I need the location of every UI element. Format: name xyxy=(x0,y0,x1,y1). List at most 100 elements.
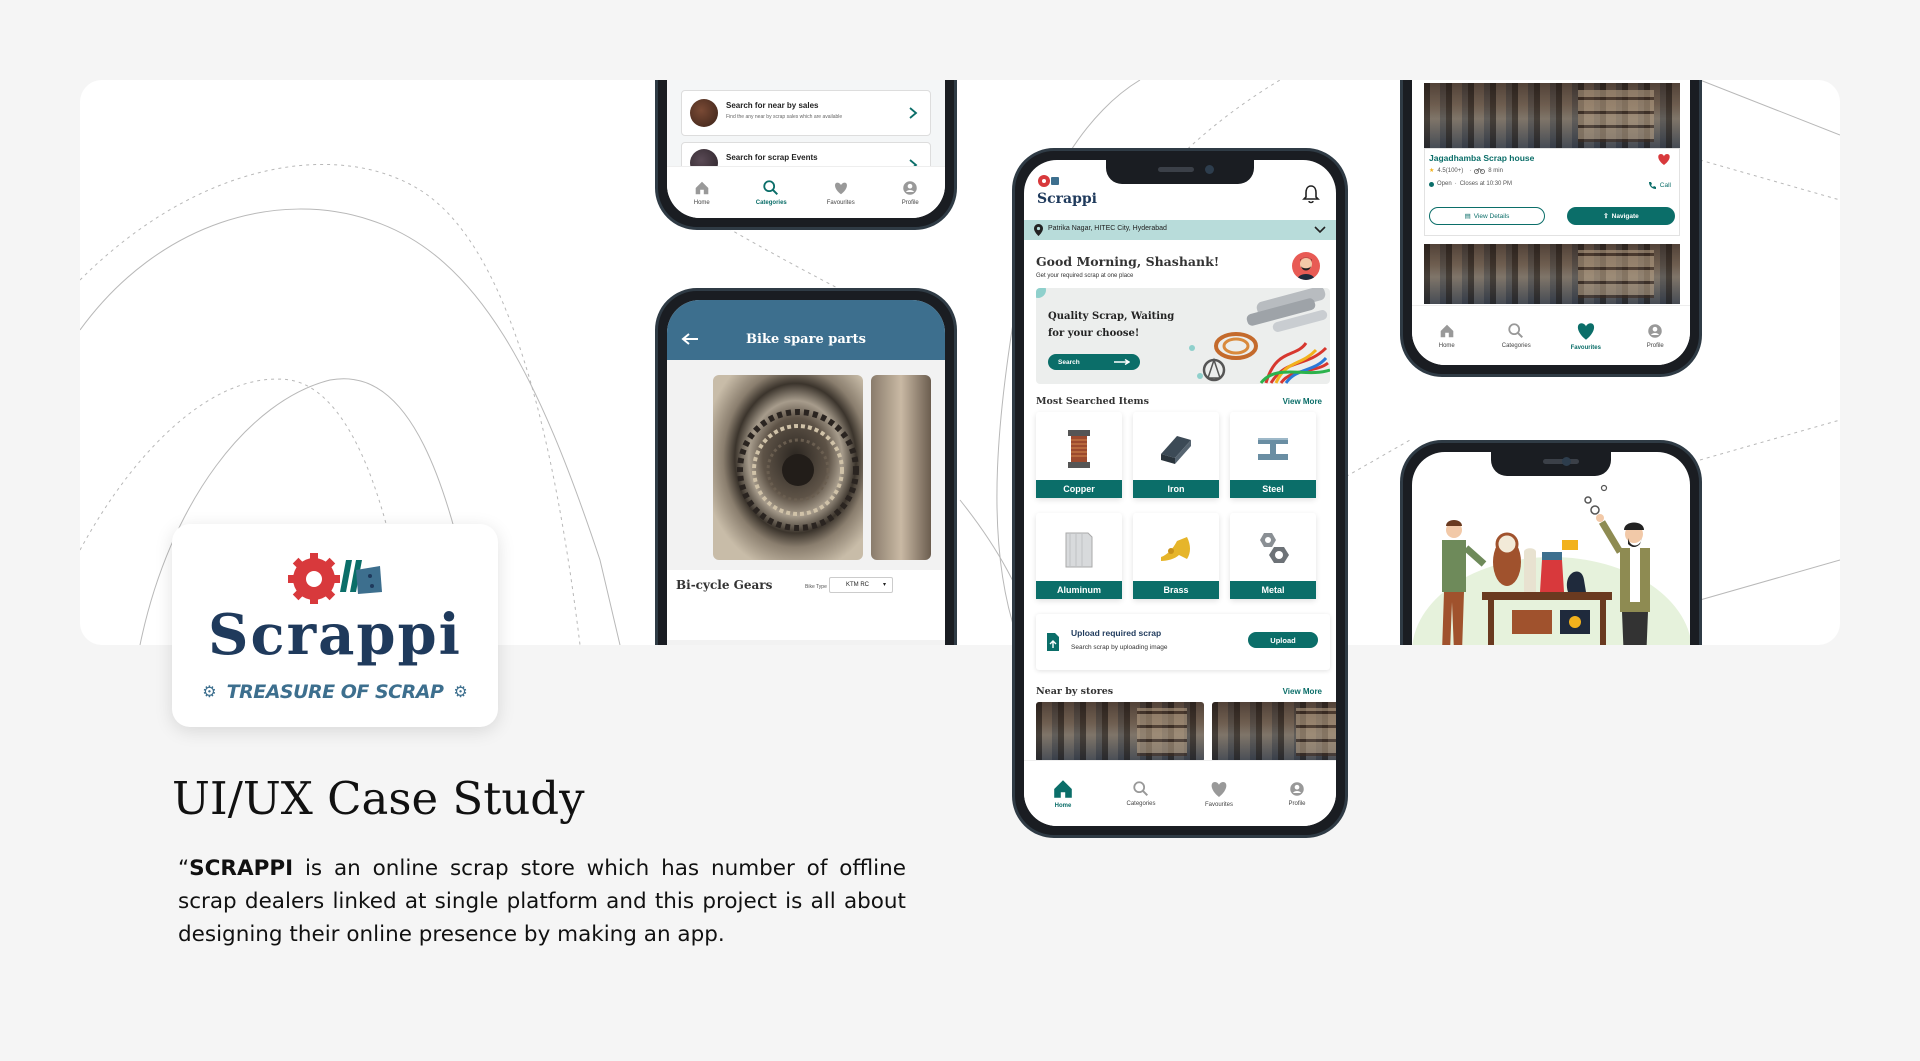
brand-name: Scrappi xyxy=(208,602,462,668)
phone-home-screen: Scrappi Patrika Nagar, HITEC City, Hyder… xyxy=(1024,160,1336,826)
banner-search-button[interactable]: Search xyxy=(1048,354,1140,370)
bike-type-select[interactable]: KTM RC ▾ xyxy=(829,577,893,593)
select-value: KTM RC xyxy=(846,582,869,588)
favourite-heart-icon[interactable] xyxy=(1657,153,1671,165)
avatar[interactable] xyxy=(1292,252,1320,280)
details-icon: ▤ xyxy=(1464,213,1471,220)
upload-file-icon xyxy=(1047,633,1059,651)
case-study-description: “SCRAPPI is an online scrap store which … xyxy=(178,852,906,951)
scrap-dealers-illustration xyxy=(1412,484,1690,645)
nav-favourites[interactable]: Favourites xyxy=(811,179,871,206)
view-more-link[interactable]: View More xyxy=(1283,397,1322,406)
category-brass[interactable]: Brass xyxy=(1133,513,1219,599)
navigate-icon: ⇧ xyxy=(1603,213,1609,220)
navigate-button[interactable]: ⇧ Navigate xyxy=(1567,207,1675,225)
phone-search-screen: Search for near by sales Find the any ne… xyxy=(667,80,945,218)
bicycle-gears-image[interactable] xyxy=(713,375,863,560)
bike-header: Bike spare parts xyxy=(667,300,945,360)
banner-button-label: Search xyxy=(1058,358,1080,366)
store-distance: 8 min xyxy=(1488,167,1503,174)
chevron-right-icon xyxy=(909,107,918,119)
phone-home: Scrappi Patrika Nagar, HITEC City, Hyder… xyxy=(1012,148,1348,838)
store-closing-time: Closes at 10:30 PM xyxy=(1459,181,1513,187)
nav-label: Favourites xyxy=(1570,345,1601,351)
bell-icon[interactable] xyxy=(1302,184,1320,204)
section-title: Near by stores xyxy=(1036,686,1114,697)
nav-categories[interactable]: Categories xyxy=(1486,322,1546,349)
category-iron[interactable]: Iron xyxy=(1133,412,1219,498)
search-icon xyxy=(1133,781,1149,797)
phone-illustration-screen xyxy=(1412,452,1690,645)
filter-label: Bike Type xyxy=(805,584,827,590)
banner-text: Quality Scrap, Waiting for your choose! xyxy=(1048,311,1175,339)
star-icon: ★ xyxy=(1429,168,1435,174)
heart-icon xyxy=(1211,782,1227,797)
dot-separator: · xyxy=(1469,167,1472,174)
chevron-down-icon xyxy=(1314,226,1326,234)
profile-icon xyxy=(1290,782,1304,796)
upload-card: Upload required scrap Search scrap by up… xyxy=(1036,614,1330,670)
store-card: Jagadhamba Scrap house ★ 4.5(100+) · 8 m… xyxy=(1424,148,1680,236)
nav-home[interactable]: Home xyxy=(1033,778,1093,809)
arrow-right-icon xyxy=(1114,359,1130,365)
dot-separator: · xyxy=(1454,181,1457,187)
aluminum-sheet-icon xyxy=(1065,532,1093,568)
nav-label: Home xyxy=(1438,343,1455,349)
phone-notch xyxy=(1106,160,1254,184)
store-status: Open xyxy=(1437,181,1452,187)
nav-favourites[interactable]: Favourites xyxy=(1556,320,1616,351)
phone-bike-crop: Bike spare parts Bi-cycle Gears Bike Typ… xyxy=(600,280,980,645)
category-label: Iron xyxy=(1133,480,1219,498)
home-icon xyxy=(1440,324,1454,338)
nav-categories[interactable]: Categories xyxy=(1111,780,1171,807)
call-button[interactable]: Call xyxy=(1648,181,1671,190)
phone-illustration-crop xyxy=(1380,430,1720,645)
open-status-dot xyxy=(1429,181,1434,187)
brand-tagline: TREASURE OF SCRAP xyxy=(226,681,444,703)
nav-label: Home xyxy=(1054,803,1072,809)
nav-label: Profile xyxy=(1288,801,1306,807)
nav-home[interactable]: Home xyxy=(1417,322,1477,349)
nav-profile[interactable]: Profile xyxy=(1625,322,1685,349)
bottom-nav: Home Categories Favourites Profile xyxy=(1024,760,1336,826)
nav-favourites[interactable]: Favourites xyxy=(1189,779,1249,808)
next-product-image[interactable] xyxy=(871,375,931,560)
bottom-nav: Home Categories Favourites Profile xyxy=(667,166,945,218)
category-metal[interactable]: Metal xyxy=(1230,513,1316,599)
view-details-label: View Details xyxy=(1473,212,1510,220)
store-image[interactable] xyxy=(1036,702,1204,762)
profile-icon xyxy=(1648,324,1662,338)
store-image[interactable] xyxy=(1424,244,1680,304)
brand-tagline-row: ⚙ TREASURE OF SCRAP ⚙ xyxy=(172,681,498,703)
bottom-nav: Home Categories Favourites Profile xyxy=(1412,305,1690,365)
nav-profile[interactable]: Profile xyxy=(880,179,940,206)
view-more-link[interactable]: View More xyxy=(1283,687,1322,696)
promo-banner[interactable]: Quality Scrap, Waiting for your choose! … xyxy=(1036,288,1330,384)
list-item[interactable]: Search for near by sales Find the any ne… xyxy=(681,90,931,136)
call-label: Call xyxy=(1659,182,1671,189)
phone-search-crop: Search for near by sales Find the any ne… xyxy=(600,80,980,240)
chevron-down-icon: ▾ xyxy=(882,582,886,588)
view-details-button[interactable]: ▤ View Details xyxy=(1429,207,1545,225)
phone-search: Search for near by sales Find the any ne… xyxy=(655,80,957,230)
nav-categories[interactable]: Categories xyxy=(741,179,801,206)
nav-label: Categories xyxy=(1501,343,1531,349)
banner-decor-dot xyxy=(1036,288,1046,298)
greeting-subtitle: Get your required scrap at one place xyxy=(1036,273,1134,279)
nav-profile[interactable]: Profile xyxy=(1267,780,1327,807)
quote-mark: “ xyxy=(178,856,190,881)
category-aluminum[interactable]: Aluminum xyxy=(1036,513,1122,599)
category-steel[interactable]: Steel xyxy=(1230,412,1316,498)
nav-label: Categories xyxy=(1126,801,1156,807)
store-image[interactable] xyxy=(1212,702,1336,762)
product-info: Bi-cycle Gears Bike Type KTM RC ▾ xyxy=(667,570,945,640)
scrappi-logo-icon xyxy=(1038,175,1059,187)
scrappi-logo-icon xyxy=(288,553,382,604)
location-bar[interactable]: Patrika Nagar, HITEC City, Hyderabad xyxy=(1024,220,1336,240)
nav-home[interactable]: Home xyxy=(672,179,732,206)
section-title: Most Searched Items xyxy=(1036,396,1149,407)
upload-button[interactable]: Upload xyxy=(1248,632,1318,648)
store-image[interactable] xyxy=(1424,83,1680,148)
store-name[interactable]: Jagadhamba Scrap house xyxy=(1429,153,1534,163)
category-copper[interactable]: Copper xyxy=(1036,412,1122,498)
